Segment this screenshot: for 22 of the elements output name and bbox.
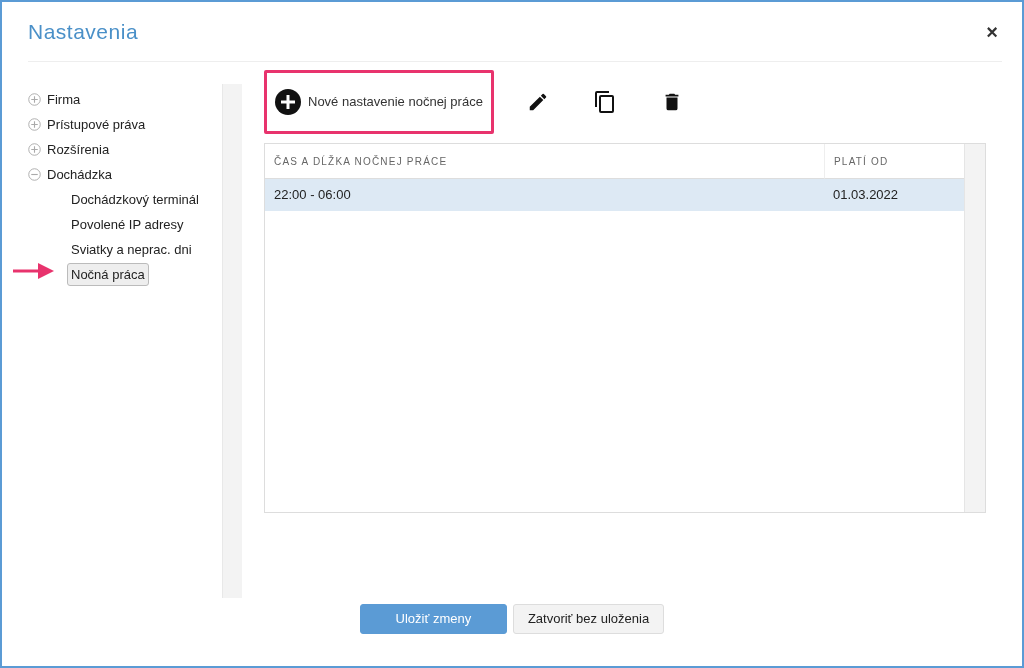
plus-icon bbox=[275, 89, 301, 115]
dialog-title: Nastavenia bbox=[28, 18, 139, 45]
expand-icon[interactable] bbox=[28, 143, 41, 156]
collapse-icon[interactable] bbox=[28, 168, 41, 181]
arrow-drawing bbox=[12, 260, 56, 282]
add-button[interactable]: Nové nastavenie nočnej práce bbox=[264, 70, 494, 134]
tree-item[interactable]: Sviatky a neprac. dni bbox=[67, 237, 196, 262]
expand-icon[interactable] bbox=[28, 93, 41, 106]
table-cell: 01.03.2022 bbox=[824, 179, 964, 211]
tree-item[interactable]: Rozšírenia bbox=[47, 139, 110, 160]
close-without-saving-button[interactable]: Zatvoriť bez uloženia bbox=[512, 604, 665, 634]
tree-item[interactable]: Dochádzka bbox=[47, 164, 113, 185]
scrollbar-track[interactable] bbox=[964, 144, 985, 512]
tree-item[interactable]: Nočná práca bbox=[67, 262, 149, 287]
table-cell: 22:00 - 06:00 bbox=[265, 179, 824, 211]
tree-item[interactable]: Firma bbox=[47, 89, 81, 110]
tree-item[interactable]: Povolené IP adresy bbox=[67, 212, 188, 237]
close-button[interactable]: × bbox=[982, 16, 1002, 47]
copy-icon bbox=[592, 90, 617, 114]
expand-icon[interactable] bbox=[28, 118, 41, 131]
tree-item[interactable]: Dochádzkový terminál bbox=[67, 187, 203, 212]
tree-item[interactable]: Prístupové práva bbox=[47, 114, 146, 135]
